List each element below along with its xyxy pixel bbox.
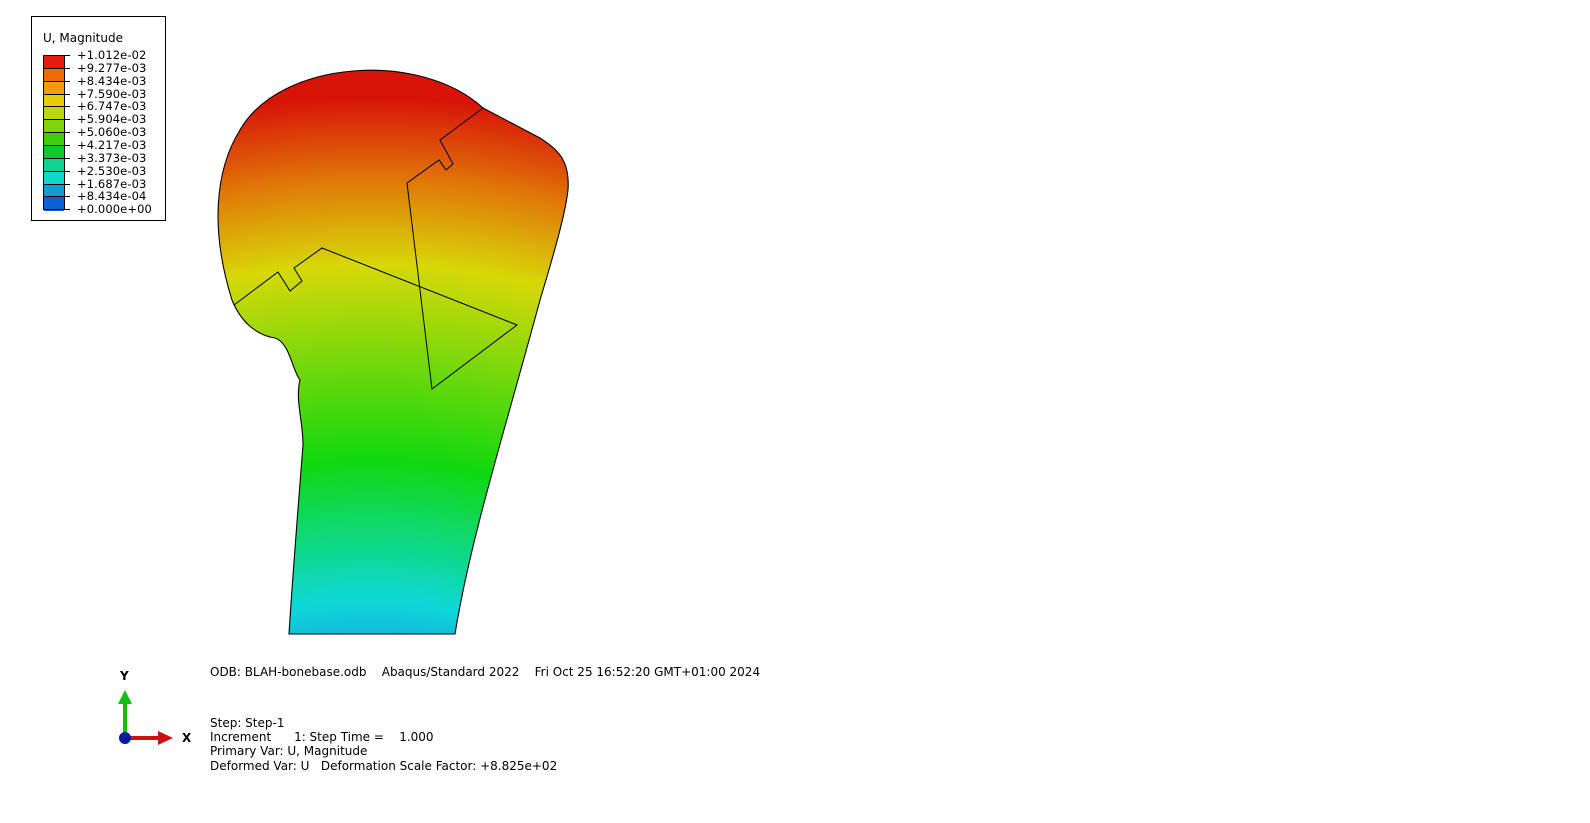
step-line: Step: Step-1 [210,716,285,730]
legend-tick [43,209,70,211]
legend-level-label: +6.747e-03 [77,99,147,114]
legend-level-label: +8.434e-03 [77,73,147,88]
legend-tick [43,119,70,121]
legend-tick [43,157,70,159]
legend-tick [43,183,70,185]
legend-tick [43,55,70,56]
odb-info-line: ODB: BLAH-bonebase.odb Abaqus/Standard 2… [210,665,761,679]
contour-legend: U, Magnitude +1.012e-02 +9.277e-03 +8.434e… [31,16,166,221]
deformed-var-line: Deformed Var: U Deformation Scale Factor… [210,759,558,773]
triad-y-arrowhead [118,690,132,704]
legend-level-label: +1.012e-02 [77,48,147,62]
legend-level-label: +4.217e-03 [77,137,147,152]
legend-level-label: +5.904e-03 [77,112,147,127]
legend-level-label: +8.434e-04 [77,189,147,204]
legend-level-label: +2.530e-03 [77,163,147,178]
legend-tick [43,132,70,134]
legend-tick [43,106,70,108]
legend-level-label: +9.277e-03 [77,60,147,75]
triad-x-label: X [182,731,192,745]
contour-plot[interactable] [0,0,1590,823]
legend-tick [43,196,70,198]
legend-tick [43,80,70,82]
triad-y-label: Y [120,669,129,683]
legend-level-label: +7.590e-03 [77,86,147,101]
legend-level-label: +0.000e+00 [77,202,152,217]
primary-var-line: Primary Var: U, Magnitude [210,744,368,758]
triad-x-arrowhead [158,731,173,745]
legend-level-label: +1.687e-03 [77,176,147,191]
bone-model[interactable] [217,69,569,635]
legend-title: U, Magnitude [43,31,123,45]
legend-tick [43,170,70,172]
viewport[interactable]: U, Magnitude +1.012e-02 +9.277e-03 +8.434e… [0,0,1590,823]
triad-origin [119,732,131,744]
increment-line: Increment 1: Step Time = 1.000 [210,730,434,744]
legend-level-label: +3.373e-03 [77,150,147,165]
legend-tick [43,93,70,95]
legend-tick [43,67,70,69]
legend-tick [43,144,70,146]
legend-level-label: +5.060e-03 [77,125,147,140]
